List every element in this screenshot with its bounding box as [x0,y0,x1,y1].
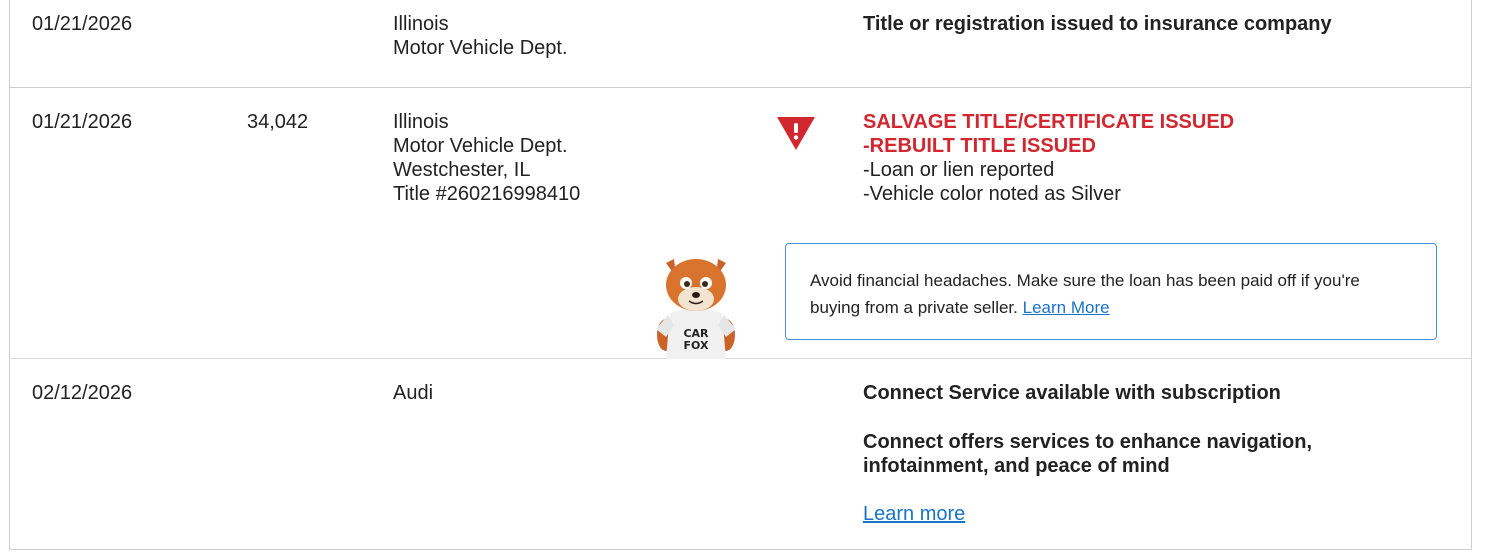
record-details: Title or registration issued to insuranc… [863,12,1423,36]
record-mileage: 34,042 [247,111,309,133]
record-source: Illinois Motor Vehicle Dept. [393,12,568,60]
record-source: Illinois Motor Vehicle Dept. Westchester… [393,110,580,206]
record-date: 01/21/2026 [32,13,133,35]
source-line: Illinois [393,111,449,133]
source-line: Motor Vehicle Dept. [393,37,568,59]
source-line: Title #260216998410 [393,183,581,205]
connect-learn-more-link[interactable]: Learn more [863,503,965,525]
record-source: Audi [393,381,433,405]
alert-line: SALVAGE TITLE/CERTIFICATE ISSUED [863,111,1235,133]
detail-heading: Connect Service available with subscript… [863,382,1281,404]
warning-triangle-icon [777,117,815,150]
learn-more-link[interactable]: Learn More [1023,298,1110,317]
alert-line: -REBUILT TITLE ISSUED [863,135,1096,157]
source-line: Motor Vehicle Dept. [393,135,568,157]
history-row: 01/21/2026 Illinois Motor Vehicle Dept. … [10,0,1471,88]
source-line: Westchester, IL [393,159,531,181]
detail-line: -Vehicle color noted as Silver [863,183,1121,205]
record-date: 02/12/2026 [32,382,133,404]
carfox-mascot: CAR FOX [656,259,736,359]
mascot-shirt-text: FOX [684,339,709,352]
vehicle-history-table: 01/21/2026 Illinois Motor Vehicle Dept. … [9,0,1472,550]
loan-advice-callout: Avoid financial headaches. Make sure the… [785,243,1437,340]
detail-link-wrap: Learn more [863,502,1423,526]
source-line: Audi [393,382,434,404]
detail-line: -Loan or lien reported [863,159,1055,181]
record-date: 01/21/2026 [32,111,133,133]
history-row: 01/21/2026 34,042 Illinois Motor Vehicle… [10,88,1471,359]
history-row: 02/12/2026 Audi Connect Service availabl… [10,359,1471,549]
record-details: SALVAGE TITLE/CERTIFICATE ISSUED -REBUIL… [863,110,1423,206]
source-line: Illinois [393,13,449,35]
detail-description: Connect offers services to enhance navig… [863,431,1313,477]
detail-line: Title or registration issued to insuranc… [863,13,1332,35]
